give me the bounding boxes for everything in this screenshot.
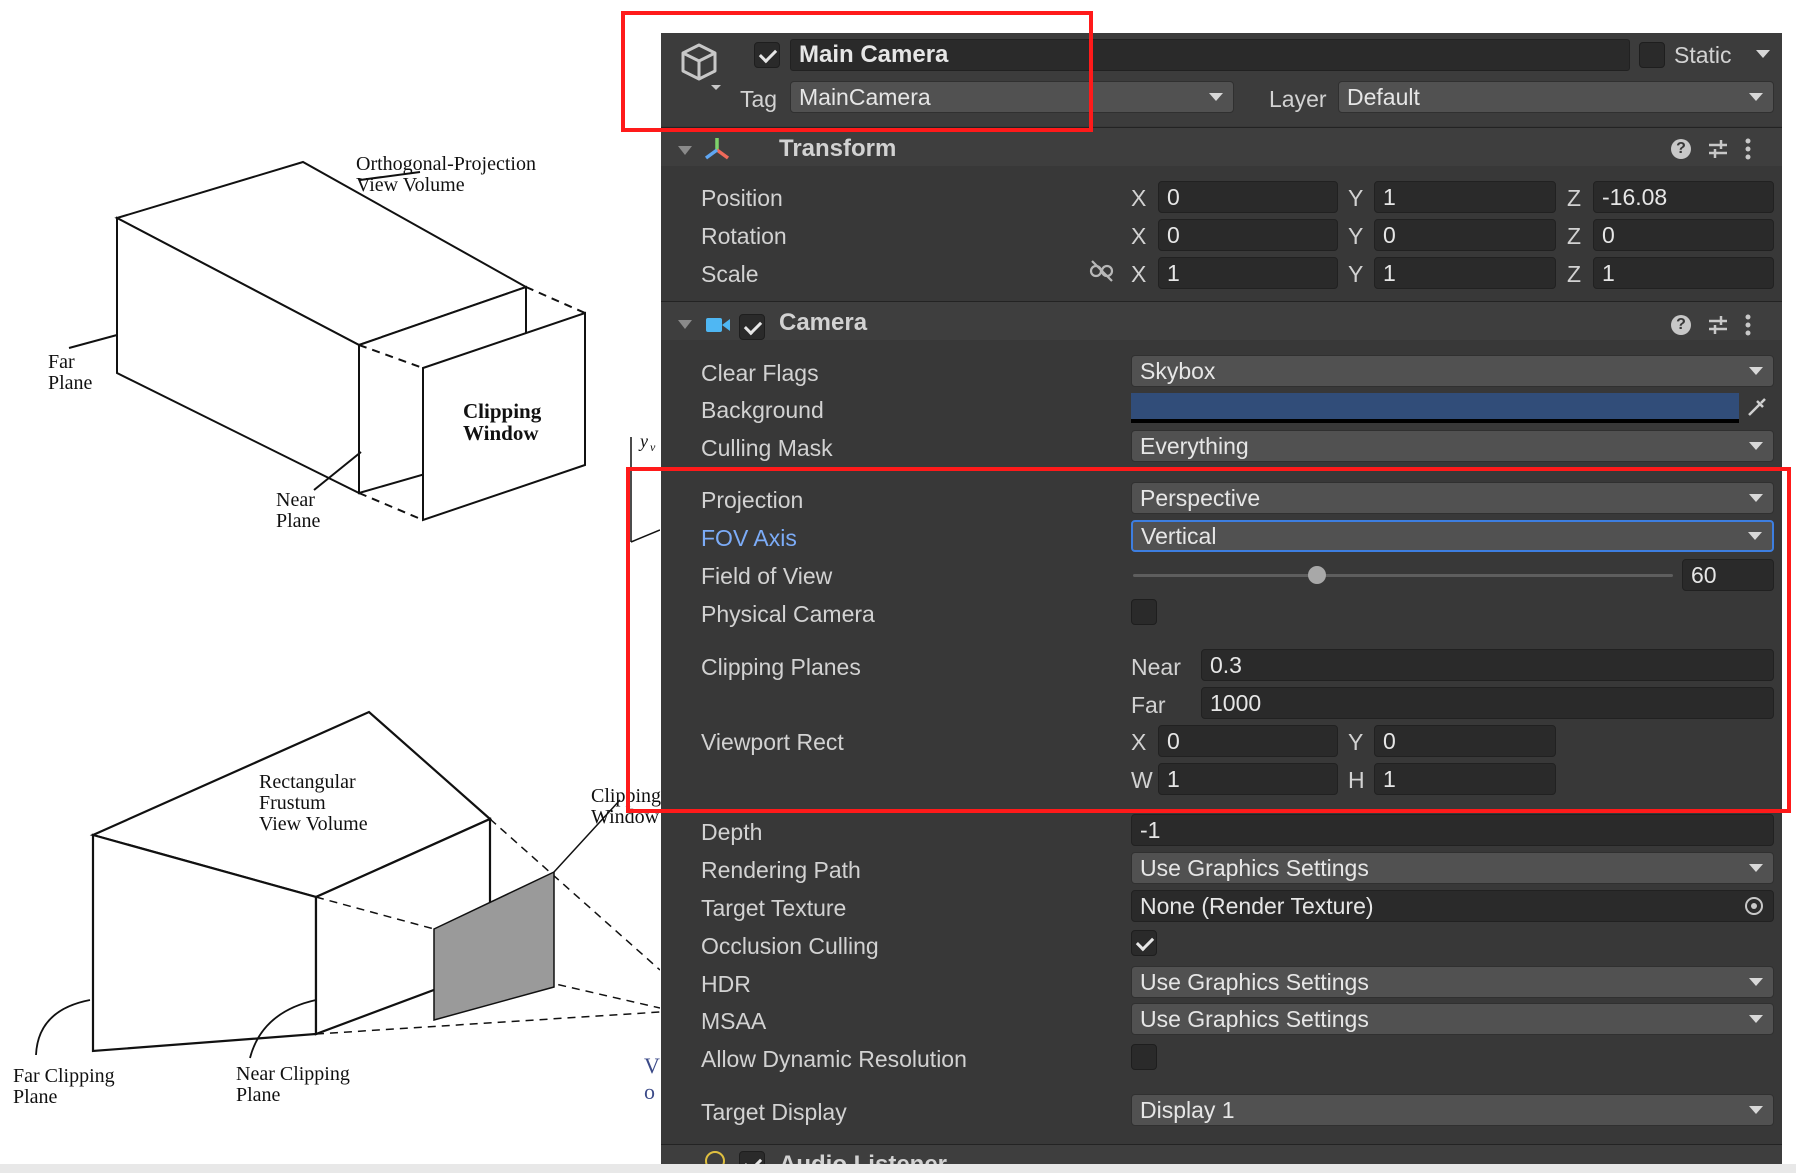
rotation-y-field[interactable]: 0	[1374, 219, 1556, 251]
target-display-dropdown[interactable]: Display 1	[1131, 1094, 1774, 1126]
constrain-proportions-icon[interactable]	[1089, 259, 1115, 283]
hdr-dropdown[interactable]: Use Graphics Settings	[1131, 966, 1774, 998]
rotation-z-field[interactable]: 0	[1593, 219, 1774, 251]
position-label: Position	[701, 185, 783, 211]
chevron-down-icon	[1749, 978, 1763, 986]
background-label: Background	[701, 397, 824, 423]
near-clipping-plane-label: Near Clipping Plane	[236, 1063, 350, 1106]
yv-axis-label: y	[640, 431, 648, 451]
chevron-down-icon	[1749, 442, 1763, 450]
chevron-down-icon	[1209, 93, 1223, 101]
position-z-label[interactable]: Z	[1567, 187, 1581, 210]
allow-dynamic-resolution-checkbox[interactable]	[1131, 1044, 1157, 1070]
static-label: Static	[1674, 42, 1732, 68]
orthogonal-view-volume-title: Orthogonal-Projection View Volume	[356, 153, 536, 196]
hdr-value: Use Graphics Settings	[1140, 968, 1369, 995]
object-picker-icon[interactable]	[1745, 897, 1763, 915]
scale-x-label[interactable]: X	[1131, 263, 1146, 286]
help-icon[interactable]: ?	[1671, 315, 1691, 335]
rotation-z-label[interactable]: Z	[1567, 225, 1581, 248]
target-display-label: Target Display	[701, 1099, 847, 1125]
scale-z-field[interactable]: 1	[1593, 257, 1774, 289]
culling-mask-label: Culling Mask	[701, 435, 833, 461]
rotation-x-field[interactable]: 0	[1158, 219, 1338, 251]
msaa-label: MSAA	[701, 1008, 767, 1034]
scale-y-field[interactable]: 1	[1374, 257, 1556, 289]
clipping-window-label-top: Clipping Window	[463, 399, 542, 446]
clear-flags-dropdown[interactable]: Skybox	[1131, 355, 1774, 387]
chevron-down-icon	[1749, 1106, 1763, 1114]
frustum-view-volume-title: Rectangular Frustum View Volume	[259, 771, 368, 835]
foldout-triangle-icon[interactable]	[678, 146, 692, 155]
occlusion-culling-label: Occlusion Culling	[701, 933, 879, 959]
msaa-value: Use Graphics Settings	[1140, 1005, 1369, 1032]
scale-y-label[interactable]: Y	[1348, 263, 1363, 286]
culling-mask-value: Everything	[1140, 432, 1249, 459]
rendering-path-label: Rendering Path	[701, 857, 861, 883]
camera-title: Camera	[779, 309, 868, 336]
chevron-down-icon	[1749, 1015, 1763, 1023]
eyedropper-icon[interactable]	[1745, 395, 1769, 419]
depth-label: Depth	[701, 819, 763, 845]
scale-z-label[interactable]: Z	[1567, 263, 1581, 286]
rendering-path-dropdown[interactable]: Use Graphics Settings	[1131, 852, 1774, 884]
target-texture-label: Target Texture	[701, 895, 847, 921]
transform-title: Transform	[779, 135, 897, 162]
allow-dynamic-resolution-label: Allow Dynamic Resolution	[701, 1046, 967, 1072]
static-checkbox[interactable]	[1639, 42, 1665, 68]
layer-value: Default	[1347, 83, 1420, 110]
more-options-icon[interactable]	[1745, 138, 1751, 160]
window-bottom-edge	[0, 1164, 1796, 1173]
cut-text-fragment-2: o	[644, 1079, 655, 1104]
clear-flags-label: Clear Flags	[701, 360, 819, 386]
layer-dropdown[interactable]: Default	[1338, 81, 1774, 113]
rendering-path-value: Use Graphics Settings	[1140, 854, 1369, 881]
position-y-field[interactable]: 1	[1374, 181, 1556, 213]
transform-icon	[704, 138, 730, 160]
occlusion-culling-checkbox[interactable]	[1131, 930, 1157, 956]
rotation-label: Rotation	[701, 223, 787, 249]
hdr-label: HDR	[701, 971, 751, 997]
chevron-down-icon	[1749, 93, 1763, 101]
orthogonal-view-volume-diagram	[68, 160, 586, 522]
position-x-label[interactable]: X	[1131, 187, 1146, 210]
position-x-field[interactable]: 0	[1158, 181, 1338, 213]
help-icon[interactable]: ?	[1671, 139, 1691, 159]
layer-label: Layer	[1269, 86, 1327, 112]
more-options-icon[interactable]	[1745, 314, 1751, 336]
scale-x-field[interactable]: 1	[1158, 257, 1338, 289]
static-dropdown-icon[interactable]	[1756, 50, 1770, 58]
msaa-dropdown[interactable]: Use Graphics Settings	[1131, 1003, 1774, 1035]
rotation-x-label[interactable]: X	[1131, 225, 1146, 248]
culling-mask-dropdown[interactable]: Everything	[1131, 430, 1774, 462]
depth-field[interactable]: -1	[1131, 814, 1774, 846]
clear-flags-value: Skybox	[1140, 357, 1216, 384]
presets-icon[interactable]	[1707, 139, 1729, 159]
highlight-box-projection-settings	[626, 467, 1791, 813]
position-z-field[interactable]: -16.08	[1593, 181, 1774, 213]
chevron-down-icon	[1749, 864, 1763, 872]
presets-icon[interactable]	[1707, 315, 1729, 335]
near-plane-label: Near Plane	[276, 489, 321, 532]
background-color-field[interactable]	[1131, 393, 1739, 423]
camera-icon	[706, 318, 730, 332]
scale-label: Scale	[701, 261, 759, 287]
cut-text-fragment-1: V	[644, 1053, 660, 1078]
target-texture-field[interactable]: None (Render Texture)	[1131, 890, 1774, 922]
far-clipping-plane-label: Far Clipping Plane	[13, 1065, 115, 1108]
target-texture-value: None (Render Texture)	[1140, 892, 1374, 919]
camera-enabled-checkbox[interactable]	[739, 314, 765, 340]
far-plane-label: Far Plane	[48, 351, 93, 394]
yv-axis-subscript: v	[650, 440, 656, 454]
highlight-box-object-header	[621, 11, 1093, 132]
target-display-value: Display 1	[1140, 1096, 1235, 1123]
chevron-down-icon	[1749, 367, 1763, 375]
rotation-y-label[interactable]: Y	[1348, 225, 1363, 248]
foldout-triangle-icon[interactable]	[678, 320, 692, 329]
position-y-label[interactable]: Y	[1348, 187, 1363, 210]
